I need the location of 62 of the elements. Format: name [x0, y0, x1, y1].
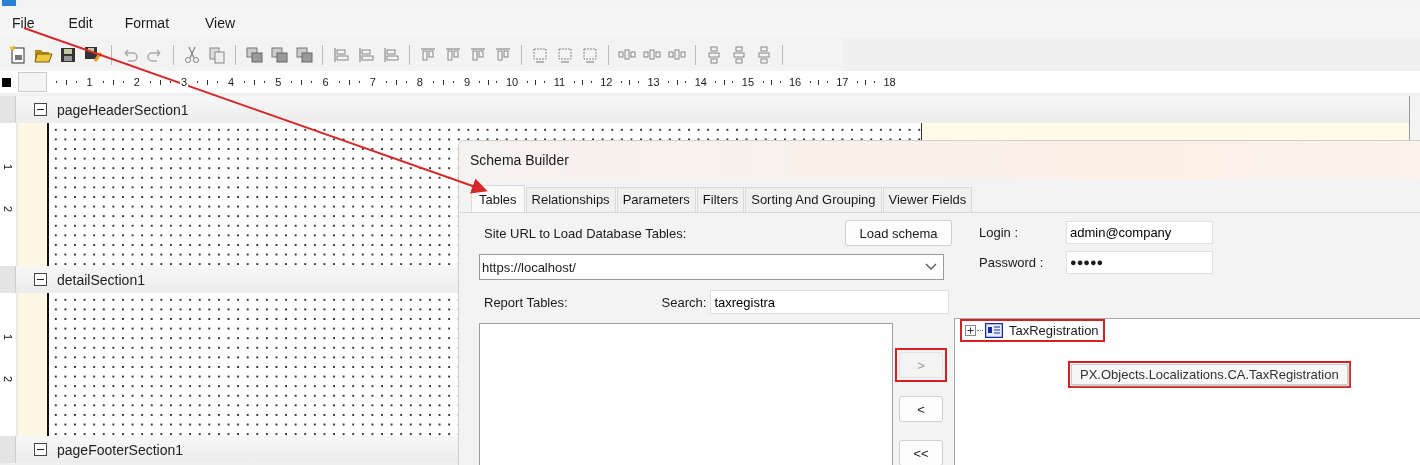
ruler-number: 12 [599, 76, 614, 88]
search-field[interactable]: taxregistra [710, 290, 950, 314]
ruler-number: 4 [227, 76, 236, 88]
ruler-number: 6 [321, 76, 330, 88]
ruler-number: 2 [2, 205, 14, 213]
cut-icon[interactable] [182, 44, 202, 65]
field-label: Report Tables: [484, 294, 568, 310]
dropdown-icon[interactable] [925, 263, 937, 271]
tab[interactable]: Relationships [525, 187, 616, 212]
collapse-icon[interactable] [34, 443, 47, 456]
ruler-number: 13 [646, 76, 661, 88]
window-title: Schema Builder [470, 152, 569, 168]
ruler-number: 2 [132, 76, 141, 88]
ruler-number: 15 [740, 76, 756, 88]
layer-order-icon[interactable] [294, 44, 314, 65]
ruler-number: 10 [504, 76, 520, 88]
password-field[interactable]: ●●●●● [1066, 250, 1213, 274]
copy-icon[interactable] [207, 44, 227, 65]
ruler-number: 1 [85, 76, 94, 88]
tab[interactable]: Tables [471, 185, 525, 212]
ruler-number: 2 [2, 375, 14, 383]
table-icon [985, 323, 1003, 338]
layer-order-icon[interactable] [269, 44, 289, 65]
ruler-number: 7 [368, 76, 377, 88]
ruler-number: 18 [882, 76, 897, 88]
load-schema-button[interactable]: Load schema [845, 220, 952, 246]
section-tab [0, 266, 16, 293]
url-combobox[interactable]: https://localhost/ [479, 254, 944, 280]
field-label: Login : [979, 224, 1020, 240]
tab[interactable]: Sorting And Grouping [745, 187, 882, 212]
ruler-number: 3 [179, 76, 189, 88]
tab[interactable]: Filters [696, 187, 745, 212]
ruler-number: 11 [552, 76, 567, 88]
ruler-number: 14 [693, 76, 708, 88]
ruler-number: 1 [2, 163, 14, 171]
layer-order-icon[interactable] [244, 44, 264, 65]
menu-item[interactable]: Format [112, 15, 182, 31]
ruler-number: 17 [835, 76, 850, 88]
menu-item[interactable]: File [0, 15, 47, 31]
login-field[interactable]: admin@company [1066, 220, 1213, 244]
ruler-number: 5 [274, 76, 283, 88]
ruler-number: 1 [2, 333, 14, 341]
field-label: Search: [661, 294, 707, 310]
new-file-icon[interactable] [8, 44, 28, 65]
tab[interactable]: Viewer Fields [882, 187, 973, 212]
menu-item[interactable]: Edit [56, 15, 105, 31]
ruler-number: 9 [463, 76, 472, 88]
move-button[interactable]: < [899, 396, 943, 422]
field-label: Password : [979, 254, 1045, 270]
ruler-number: 16 [788, 76, 803, 88]
collapse-icon[interactable] [34, 273, 47, 286]
tab[interactable]: Parameters [616, 187, 696, 212]
collapse-icon[interactable] [34, 103, 47, 116]
move-button[interactable]: << [899, 440, 943, 465]
app-icon [2, 0, 16, 6]
tooltip: PX.Objects.Localizations.CA.TaxRegistration [1071, 364, 1348, 385]
section-header[interactable]: pageHeaderSection1 [0, 96, 1409, 123]
field-label: Site URL to Load Database Tables: [484, 225, 687, 241]
expand-icon[interactable] [965, 325, 976, 336]
corner-marker [2, 77, 11, 87]
menu-item[interactable]: View [193, 15, 248, 31]
ruler-number: 8 [415, 76, 424, 88]
